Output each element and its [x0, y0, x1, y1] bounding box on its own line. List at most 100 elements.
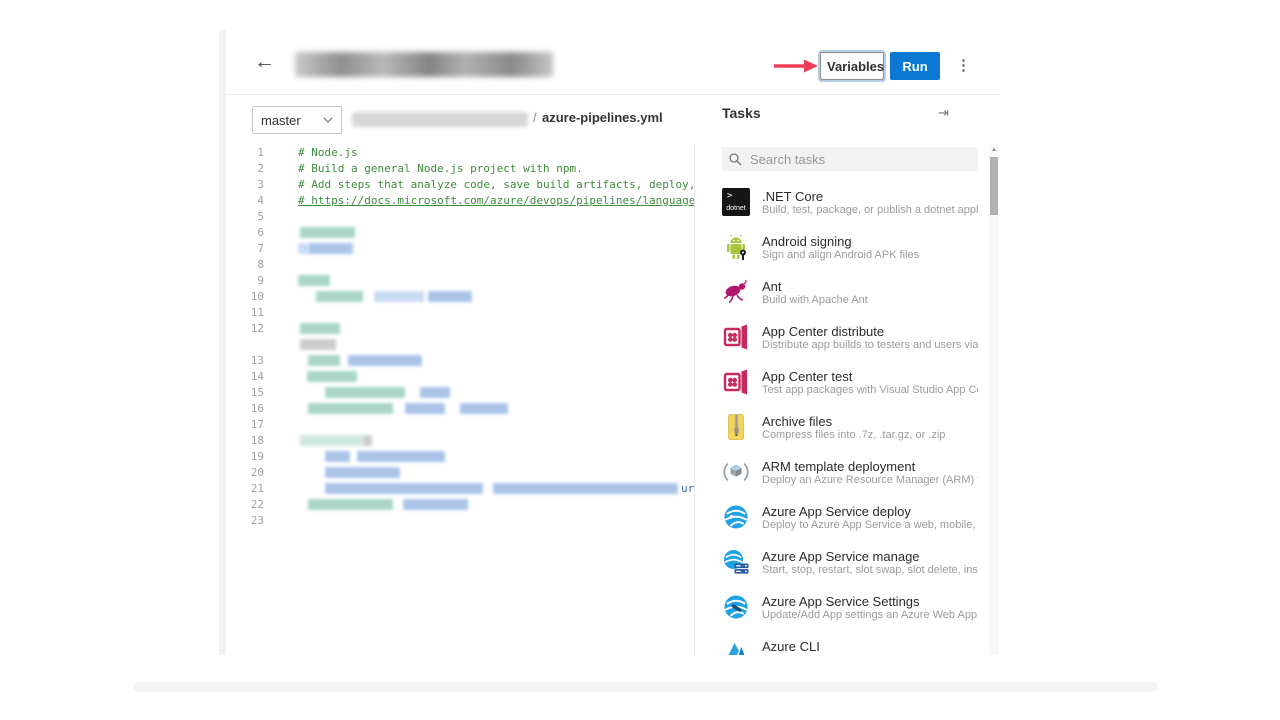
code-line[interactable]: 20 [226, 465, 694, 481]
task-description: Compress files into .7z, .tar.gz, or .zi… [762, 429, 978, 441]
redacted-code-segment [308, 355, 340, 366]
task-item[interactable]: Android signingSign and align Android AP… [722, 233, 978, 273]
arm-template-icon [722, 458, 750, 486]
redacted-code-segment [325, 467, 400, 478]
line-number: 17 [226, 417, 264, 433]
redacted-code-segment [307, 371, 357, 382]
code-line[interactable]: 9 [226, 273, 694, 289]
app-center-icon [722, 323, 750, 351]
line-number: 15 [226, 385, 264, 401]
task-item[interactable]: App Center testTest app packages with Vi… [722, 368, 978, 408]
redacted-code-segment [325, 483, 483, 494]
task-item[interactable]: Azure CLI [722, 638, 978, 655]
line-number: 22 [226, 497, 264, 513]
code-area[interactable]: 1# Node.js2 # Build a general Node.js pro… [226, 145, 695, 655]
line-number: 6 [226, 225, 264, 241]
app-service-deploy-icon [722, 503, 750, 531]
line-number: 20 [226, 465, 264, 481]
task-title: Azure App Service manage [762, 549, 978, 564]
redacted-pipeline-title [295, 52, 553, 77]
app-center-icon [722, 368, 750, 396]
code-line[interactable]: 16 [226, 401, 694, 417]
line-number: 7 [226, 241, 264, 257]
line-number: 11 [226, 305, 264, 321]
code-line[interactable]: 6 [226, 225, 694, 241]
code-line[interactable]: 18 [226, 433, 694, 449]
code-line[interactable]: 15 [226, 385, 694, 401]
search-tasks-input[interactable] [748, 151, 972, 168]
line-number: 8 [226, 257, 264, 273]
redacted-code-segment [298, 243, 308, 254]
code-line[interactable]: 10 [226, 289, 694, 305]
task-item[interactable]: Azure App Service SettingsUpdate/Add App… [722, 593, 978, 633]
task-description: Build, test, package, or publish a dotne… [762, 204, 978, 216]
redacted-code-segment [374, 291, 424, 302]
bottom-scrollbar-track[interactable] [133, 682, 1158, 692]
branch-selector[interactable]: master [252, 106, 342, 134]
task-title: Android signing [762, 234, 978, 249]
task-description: Build with Apache Ant [762, 294, 978, 306]
code-line[interactable]: 13 [226, 353, 694, 369]
task-item[interactable]: ARM template deploymentDeploy an Azure R… [722, 458, 978, 498]
task-title: Azure App Service Settings [762, 594, 978, 609]
search-tasks-box[interactable] [722, 147, 978, 171]
line-number: 2 [226, 161, 264, 177]
ant-icon [722, 278, 750, 306]
code-line[interactable]: 14 [226, 369, 694, 385]
tasks-panel-header: Tasks ⇥ [710, 95, 980, 137]
task-item[interactable]: Azure App Service deployDeploy to Azure … [722, 503, 978, 543]
code-line[interactable]: 22 [226, 497, 694, 513]
code-line[interactable]: 4# https://docs.microsoft.com/azure/devo… [226, 193, 694, 209]
app-service-settings-icon [722, 593, 750, 621]
code-line[interactable] [226, 337, 694, 353]
task-title: Azure CLI [762, 639, 978, 654]
code-line[interactable]: 2 # Build a general Node.js project with … [226, 161, 694, 177]
task-item[interactable]: >dotnet.NET CoreBuild, test, package, or… [722, 188, 978, 228]
task-item[interactable]: App Center distributeDistribute app buil… [722, 323, 978, 363]
task-item[interactable]: AntBuild with Apache Ant [722, 278, 978, 318]
redacted-code-segment [325, 451, 350, 462]
collapse-panel-icon[interactable]: ⇥ [938, 105, 949, 121]
code-line[interactable]: 19 [226, 449, 694, 465]
code-line[interactable]: 8 [226, 257, 694, 273]
android-icon [722, 233, 750, 261]
code-line[interactable]: 11 [226, 305, 694, 321]
line-number: 23 [226, 513, 264, 529]
task-description: Deploy an Azure Resource Manager (ARM) t… [762, 474, 978, 486]
code-line[interactable]: 21url [226, 481, 694, 497]
chevron-down-icon [323, 117, 333, 123]
code-line[interactable]: 7 [226, 241, 694, 257]
code-line[interactable]: 3# Add steps that analyze code, save bui… [226, 177, 694, 193]
line-number: 19 [226, 449, 264, 465]
top-bar: ← Variables Run ⋮ [226, 30, 1000, 95]
search-icon [728, 152, 742, 166]
scrollbar-thumb[interactable] [990, 157, 998, 215]
line-number: 1 [226, 145, 264, 161]
path-separator: / [533, 110, 537, 125]
code-comment: # Build a general Node.js project with n… [298, 161, 583, 177]
redacted-code-segment [428, 291, 472, 302]
pipeline-editor-window: ← Variables Run ⋮ master / azure-pipelin… [226, 30, 1000, 655]
task-item[interactable]: Archive filesCompress files into .7z, .t… [722, 413, 978, 453]
code-line[interactable]: 1# Node.js [226, 145, 694, 161]
scroll-up-icon[interactable]: ▲ [989, 147, 999, 153]
code-comment-link: # https://docs.microsoft.com/azure/devop… [298, 193, 695, 209]
code-line[interactable]: 12 [226, 321, 694, 337]
tasks-scrollbar[interactable]: ▲ [989, 145, 999, 655]
line-number: 5 [226, 209, 264, 225]
line-number: 16 [226, 401, 264, 417]
redacted-code-segment [357, 451, 445, 462]
code-line[interactable]: 17 [226, 417, 694, 433]
more-options-button[interactable]: ⋮ [956, 54, 971, 78]
run-button[interactable]: Run [890, 52, 940, 80]
dotnet-icon: >dotnet [722, 188, 750, 216]
back-button[interactable]: ← [254, 48, 275, 76]
code-comment: # Add steps that analyze code, save buil… [298, 177, 695, 193]
code-line[interactable]: 5 [226, 209, 694, 225]
task-item[interactable]: Azure App Service manageStart, stop, res… [722, 548, 978, 588]
line-number: 10 [226, 289, 264, 305]
line-number: 12 [226, 321, 264, 337]
task-title: ARM template deployment [762, 459, 978, 474]
code-line[interactable]: 23 [226, 513, 694, 529]
variables-button[interactable]: Variables [820, 52, 884, 80]
